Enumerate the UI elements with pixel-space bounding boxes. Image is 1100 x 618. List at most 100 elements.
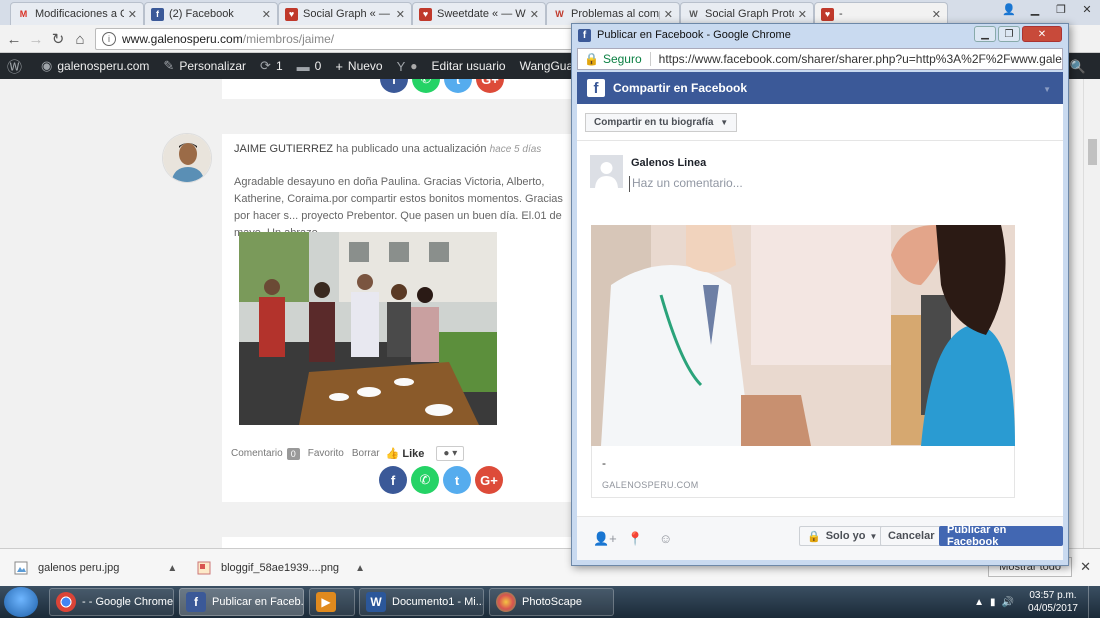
close-icon[interactable]: ✕ xyxy=(1080,559,1091,575)
tab-close-icon[interactable]: ✕ xyxy=(396,8,405,21)
author-name[interactable]: JAIME GUTIERREZ xyxy=(234,143,333,155)
brush-icon: ✎ xyxy=(163,58,175,73)
taskbar-item-media[interactable]: ▶ xyxy=(309,588,355,616)
search-icon[interactable]: 🔍 xyxy=(1070,59,1086,75)
volume-icon[interactable]: 🔊 xyxy=(1001,597,1013,608)
new-content-link[interactable]: + Nuevo xyxy=(328,53,389,79)
url-path: /miembros/jaime/ xyxy=(242,32,335,46)
activity-photo[interactable] xyxy=(239,232,497,425)
wp-logo-button[interactable]: Ⓦ xyxy=(0,53,34,79)
privacy-selector[interactable]: 🔒 Solo yo ▼ xyxy=(799,526,886,546)
close-icon[interactable]: ✕ xyxy=(1022,26,1062,42)
tab-sweetdate[interactable]: ♥ Sweetdate « — Wor ✕ xyxy=(412,2,546,25)
tab-social-graph-protocol[interactable]: W Social Graph Protoc ✕ xyxy=(680,2,814,25)
location-pin-icon[interactable]: 📍 xyxy=(627,531,643,547)
info-icon[interactable]: i xyxy=(102,32,116,46)
avatar[interactable] xyxy=(162,133,212,183)
updates-link[interactable]: ⟳ 1 xyxy=(253,53,290,79)
gmail-icon: M xyxy=(19,9,28,19)
start-button[interactable] xyxy=(4,587,38,617)
site-icon: ♥ xyxy=(821,7,834,21)
yoast-link[interactable]: Y ● xyxy=(390,53,425,79)
popup-address-bar[interactable]: 🔒 Seguro https://www.facebook.com/sharer… xyxy=(577,48,1063,70)
edit-user-link[interactable]: Editar usuario xyxy=(425,53,513,79)
taskbar-label: PhotoScape xyxy=(522,596,582,608)
reload-icon[interactable]: ↻ xyxy=(48,29,68,49)
share-target-dropdown[interactable]: Compartir en tu biografía ▼ xyxy=(585,113,738,132)
show-desktop-button[interactable] xyxy=(1088,586,1100,618)
comment-button[interactable]: Comentario xyxy=(231,448,283,459)
tab-gmail[interactable]: M Modificaciones a Co ✕ xyxy=(10,2,144,25)
link-preview-image[interactable] xyxy=(591,225,1015,446)
clock-time: 03:57 p.m. xyxy=(1029,590,1077,601)
link-preview-meta[interactable]: - GALENOSPERU.COM xyxy=(591,446,1015,498)
yoast-icon: Y xyxy=(396,58,406,74)
whatsapp-share-icon[interactable]: ✆ xyxy=(412,79,440,93)
delete-button[interactable]: Borrar xyxy=(352,448,380,459)
emoji-icon[interactable]: ☺ xyxy=(659,531,672,546)
restore-icon[interactable]: ❐ xyxy=(998,26,1020,42)
chevron-down-icon[interactable]: ▼ xyxy=(1043,85,1051,94)
minimize-icon[interactable]: ▁ xyxy=(974,26,996,42)
chevron-up-icon[interactable]: ▲ xyxy=(355,563,365,574)
site-name-link[interactable]: ◉ galenosperu.com xyxy=(34,53,156,79)
facebook-logo-icon: f xyxy=(587,79,605,97)
tab-close-icon[interactable]: ✕ xyxy=(932,8,941,21)
customize-link[interactable]: ✎ Personalizar xyxy=(156,53,253,79)
tab-problemas[interactable]: W Problemas al comp ✕ xyxy=(546,2,680,25)
tab-close-icon[interactable]: ✕ xyxy=(798,8,807,21)
chevron-up-icon[interactable]: ▲ xyxy=(167,563,177,574)
favorite-button[interactable]: Favorito xyxy=(308,448,344,459)
network-icon[interactable]: ▮ xyxy=(990,597,996,608)
tab-social-graph[interactable]: ♥ Social Graph « — W ✕ xyxy=(278,2,412,25)
minimize-icon[interactable]: ▁ xyxy=(1022,0,1048,18)
whatsapp-share-icon[interactable]: ✆ xyxy=(411,466,439,494)
download-item[interactable]: bloggif_58ae1939....png ▲ xyxy=(197,556,365,580)
facebook-icon: f xyxy=(151,7,164,21)
close-icon[interactable]: ✕ xyxy=(1074,0,1100,18)
scrollbar-thumb[interactable] xyxy=(1088,139,1097,165)
twitter-share-icon[interactable]: t xyxy=(444,79,472,93)
tab-active[interactable]: ♥ - ✕ xyxy=(814,2,948,25)
globe-icon: ● xyxy=(443,448,450,459)
comment-input[interactable]: Haz un comentario... xyxy=(629,176,929,192)
system-tray: ▲ ▮ 🔊 03:57 p.m. 04/05/2017 xyxy=(974,586,1100,618)
restore-icon[interactable]: ❐ xyxy=(1048,0,1074,18)
media-player-icon: ▶ xyxy=(316,592,336,612)
download-item[interactable]: galenos peru.jpg ▲ xyxy=(14,556,177,580)
show-hidden-icons[interactable]: ▲ xyxy=(974,597,984,608)
plus-icon: + xyxy=(335,58,343,74)
googleplus-share-icon[interactable]: G+ xyxy=(476,79,504,93)
activity-actions: Comentario 0 Favorito Borrar 👍 Like ● ▾ xyxy=(231,446,465,461)
activity-time[interactable]: hace 5 días xyxy=(490,144,542,155)
page-scrollbar[interactable] xyxy=(1083,79,1100,548)
facebook-share-icon[interactable]: f xyxy=(379,466,407,494)
facebook-share-icon[interactable]: f xyxy=(380,79,408,93)
comment-count-badge: 0 xyxy=(286,447,300,460)
tab-close-icon[interactable]: ✕ xyxy=(664,8,673,21)
privacy-dropdown[interactable]: ● ▾ xyxy=(436,446,465,461)
tab-close-icon[interactable]: ✕ xyxy=(530,8,539,21)
tab-close-icon[interactable]: ✕ xyxy=(262,8,271,21)
taskbar-item-chrome[interactable]: - - Google Chrome xyxy=(49,588,174,616)
tag-friends-icon[interactable]: 👤+ xyxy=(593,531,617,547)
cancel-button[interactable]: Cancelar xyxy=(880,526,943,546)
back-icon[interactable]: ← xyxy=(4,29,24,49)
googleplus-share-icon[interactable]: G+ xyxy=(475,466,503,494)
taskbar-item-facebook-popup[interactable]: f Publicar en Faceb... xyxy=(179,588,304,616)
user-icon[interactable]: 👤 xyxy=(996,0,1022,18)
tab-title: Modificaciones a Co xyxy=(35,8,124,20)
popup-window-controls: ▁ ❐ ✕ xyxy=(972,26,1062,42)
clock[interactable]: 03:57 p.m. 04/05/2017 xyxy=(1018,589,1088,615)
tab-close-icon[interactable]: ✕ xyxy=(128,8,137,21)
forward-icon[interactable]: → xyxy=(26,29,46,49)
twitter-share-icon[interactable]: t xyxy=(443,466,471,494)
taskbar-item-word[interactable]: W Documento1 - Mi... xyxy=(359,588,484,616)
like-button[interactable]: 👍 Like xyxy=(386,447,425,460)
publish-button[interactable]: Publicar en Facebook xyxy=(939,524,1063,548)
taskbar-item-photoscape[interactable]: PhotoScape xyxy=(489,588,614,616)
wordpress-icon: W xyxy=(555,9,564,19)
home-icon[interactable]: ⌂ xyxy=(70,29,90,49)
comments-link[interactable]: ▬ 0 xyxy=(290,53,329,79)
tab-facebook[interactable]: f (2) Facebook ✕ xyxy=(144,2,278,25)
